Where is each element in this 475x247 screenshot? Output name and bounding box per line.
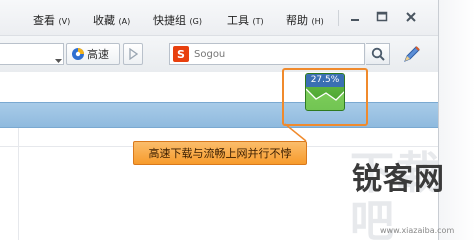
play-arrow-icon (129, 48, 138, 60)
menu-separator (338, 10, 339, 26)
close-icon (406, 12, 416, 22)
high-speed-label: 高速 (87, 48, 109, 61)
magnifier-icon (371, 47, 385, 61)
download-progress-widget[interactable]: 27.5% (305, 73, 345, 111)
high-speed-mode-button[interactable]: 高速 (66, 43, 120, 65)
close-button[interactable] (402, 8, 420, 26)
download-chart-icon (306, 88, 344, 110)
menu-view[interactable]: 查看 (V) (33, 12, 70, 28)
menu-help-key: (H) (311, 17, 324, 26)
tab-strip (0, 102, 438, 128)
menu-help[interactable]: 帮助 (H) (286, 12, 324, 28)
minimize-icon (351, 19, 359, 21)
menu-view-label: 查看 (33, 14, 55, 27)
menu-view-key: (V) (58, 17, 71, 26)
content-gutter (18, 128, 19, 240)
speed-mode-icon (72, 48, 84, 60)
watermark-brand: 锐客网 (352, 162, 445, 197)
menu-shortcut-group-key: (G) (189, 17, 202, 26)
menu-favorites-label: 收藏 (93, 14, 115, 27)
menu-help-label: 帮助 (286, 14, 308, 27)
search-input[interactable] (194, 45, 354, 63)
watermark-url: www.xiazaiba.com (380, 226, 455, 235)
sogou-logo-icon: S (173, 46, 189, 62)
menu-favorites-key: (A) (118, 17, 131, 26)
address-dropdown[interactable] (54, 50, 63, 63)
download-percent: 27.5% (306, 74, 344, 87)
search-box: S (169, 43, 365, 65)
dropdown-arrow-icon (55, 59, 62, 63)
menu-tools[interactable]: 工具 (T) (227, 12, 264, 28)
go-button[interactable] (123, 43, 143, 65)
feature-callout: 高速下载与流畅上网并行不悖 (133, 141, 307, 165)
pencil-icon (404, 46, 420, 62)
menu-tools-label: 工具 (227, 14, 249, 27)
maximize-button[interactable] (373, 8, 391, 26)
menu-shortcut-group-label: 快捷组 (153, 14, 186, 27)
toolbar: 高速 S (0, 36, 438, 72)
menu-shortcut-group[interactable]: 快捷组 (G) (153, 12, 202, 28)
menu-favorites[interactable]: 收藏 (A) (93, 12, 130, 28)
menu-tools-key: (T) (252, 17, 264, 26)
maximize-icon (376, 11, 388, 22)
menu-bar: 查看 (V) 收藏 (A) 快捷组 (G) 工具 (T) 帮助 (H) (0, 0, 438, 36)
edit-button[interactable] (399, 42, 425, 66)
search-button[interactable] (366, 43, 390, 65)
minimize-button[interactable] (346, 8, 364, 26)
